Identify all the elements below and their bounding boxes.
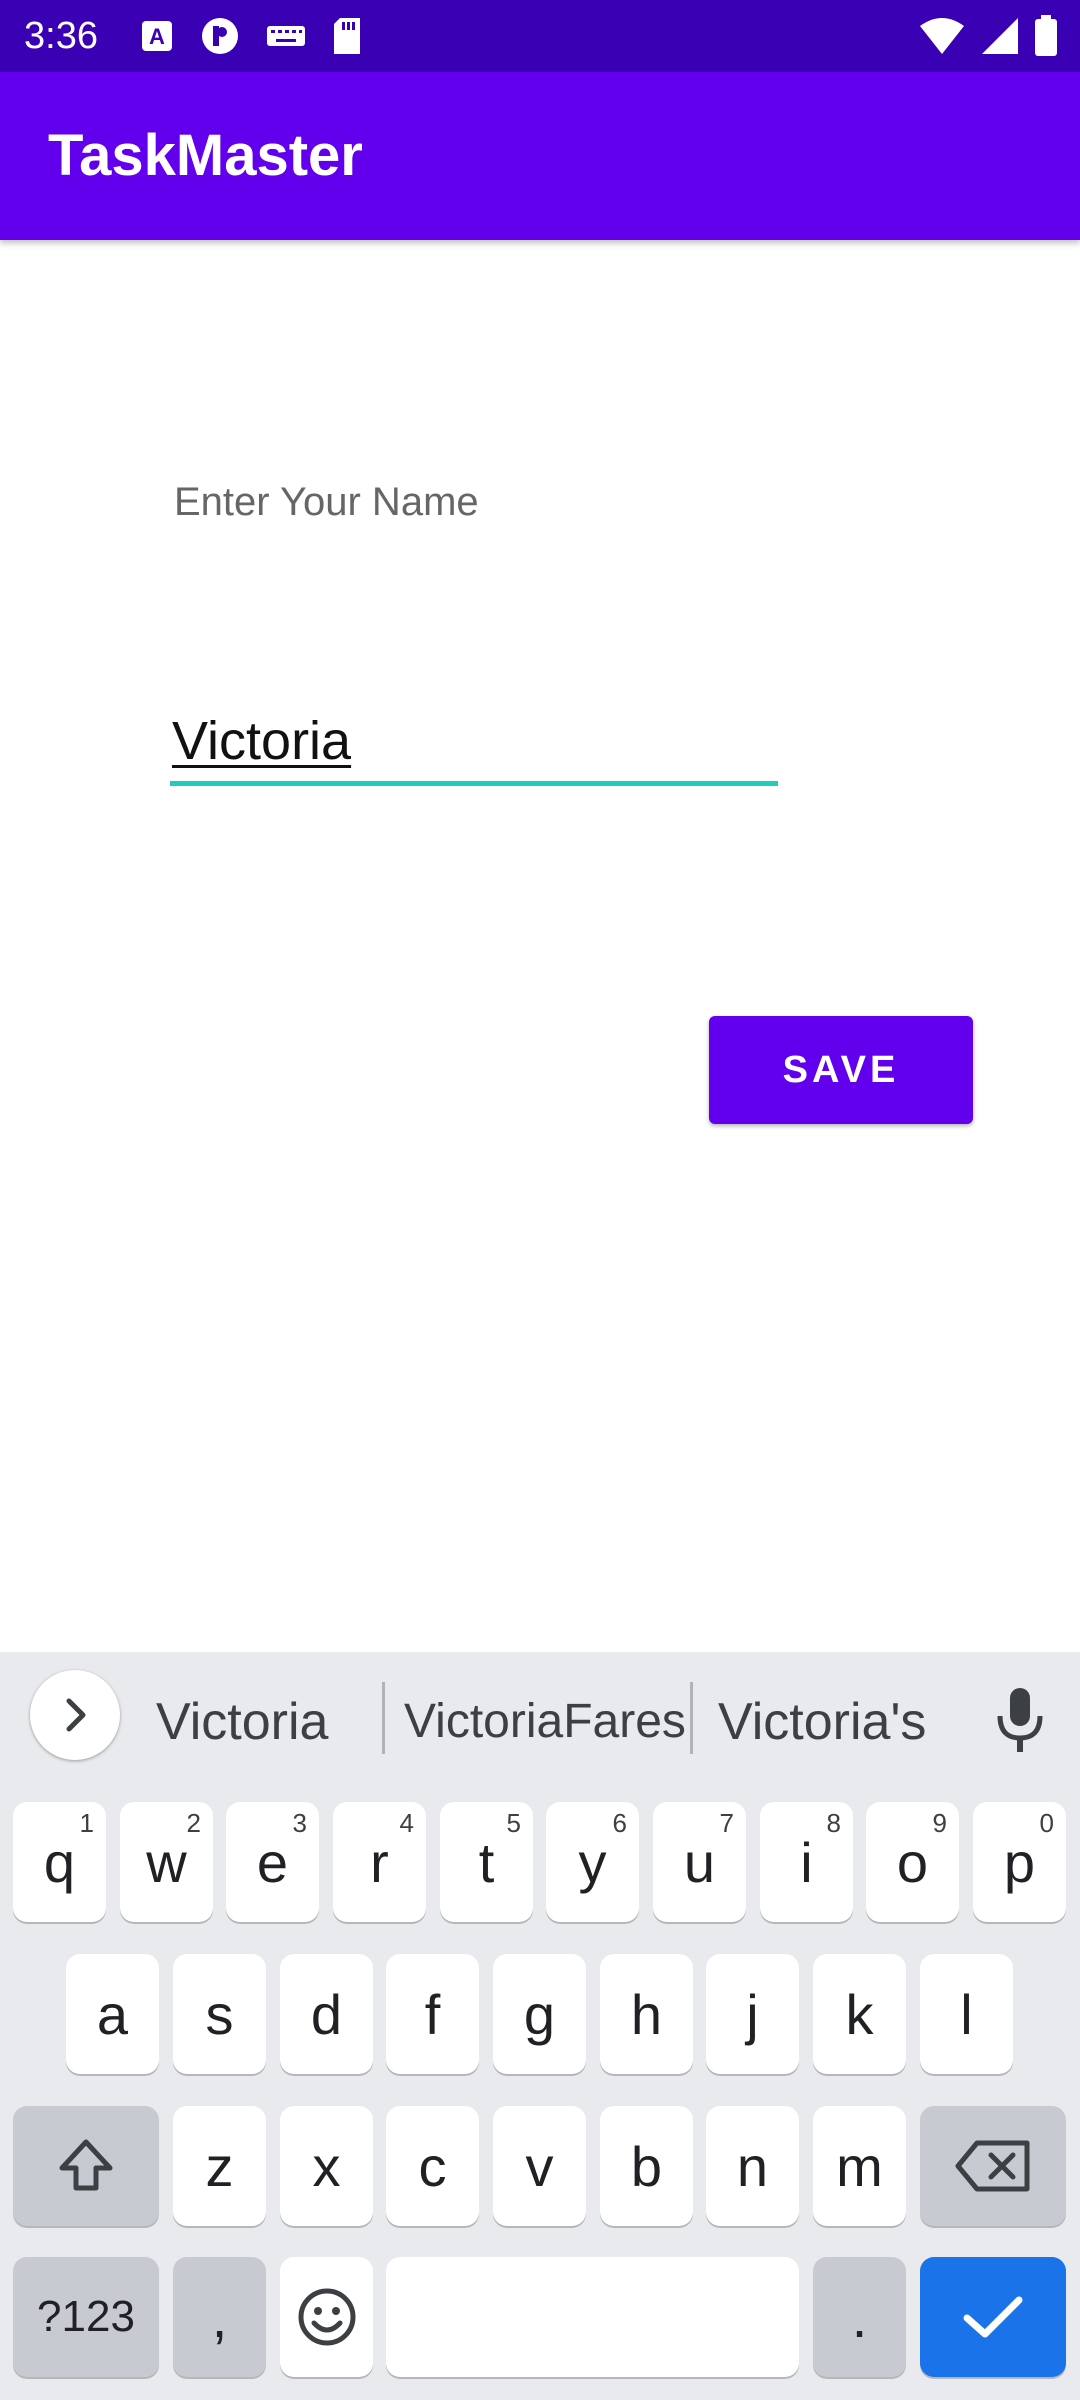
- status-time: 3:36: [24, 15, 98, 57]
- suggestion-1[interactable]: Victoria: [156, 1690, 328, 1754]
- save-button[interactable]: SAVE: [709, 1016, 973, 1124]
- key-hint: 7: [719, 1808, 734, 1838]
- expand-toolbar-button[interactable]: [30, 1670, 120, 1760]
- key-z[interactable]: z: [173, 2106, 266, 2226]
- key-label: o: [896, 1830, 929, 1894]
- key-w[interactable]: w2: [120, 1802, 213, 1922]
- key-hint: 3: [292, 1808, 307, 1838]
- key-p[interactable]: p0: [973, 1802, 1066, 1922]
- suggestion-2[interactable]: VictoriaFares: [404, 1690, 686, 1754]
- key-label: y: [578, 1830, 607, 1894]
- key-l[interactable]: l: [920, 1954, 1013, 2074]
- key-d[interactable]: d: [280, 1954, 373, 2074]
- key-n[interactable]: n: [706, 2106, 799, 2226]
- suggestion-divider: [382, 1682, 385, 1754]
- key-label: u: [683, 1830, 716, 1894]
- keyboard-a-icon: A: [142, 21, 172, 51]
- key-t[interactable]: t5: [440, 1802, 533, 1922]
- key-label: i: [800, 1830, 813, 1894]
- key-m[interactable]: m: [813, 2106, 906, 2226]
- key-hint: 1: [79, 1808, 94, 1838]
- key-label: r: [370, 1830, 389, 1894]
- key-hint: 5: [506, 1808, 521, 1838]
- sd-card-icon: [334, 18, 360, 54]
- shift-icon: [59, 2139, 113, 2191]
- system-icons: [918, 14, 1058, 58]
- battery-icon: [1035, 15, 1057, 56]
- key-q[interactable]: q1: [13, 1802, 106, 1922]
- key-v[interactable]: v: [493, 2106, 586, 2226]
- key-k[interactable]: k: [813, 1954, 906, 2074]
- key-a[interactable]: a: [66, 1954, 159, 2074]
- key-y[interactable]: y6: [546, 1802, 639, 1922]
- key-label: q: [43, 1830, 76, 1894]
- key-label: w: [146, 1830, 187, 1894]
- app-p-icon: [202, 18, 238, 54]
- key-hint: 0: [1039, 1808, 1054, 1838]
- suggestion-divider: [690, 1682, 693, 1754]
- key-j[interactable]: j: [706, 1954, 799, 2074]
- key-g[interactable]: g: [493, 1954, 586, 2074]
- name-input[interactable]: [170, 700, 778, 786]
- key-u[interactable]: u7: [653, 1802, 746, 1922]
- key-label: e: [256, 1830, 289, 1894]
- key-hint: 9: [932, 1808, 947, 1838]
- key-s[interactable]: s: [173, 1954, 266, 2074]
- soft-keyboard: Victoria VictoriaFares Victoria's q1 w2 …: [0, 1652, 1080, 2400]
- status-bar: 3:36 A: [0, 0, 1080, 72]
- key-hint: 8: [826, 1808, 841, 1838]
- key-x[interactable]: x: [280, 2106, 373, 2226]
- key-c[interactable]: c: [386, 2106, 479, 2226]
- key-h[interactable]: h: [600, 1954, 693, 2074]
- svg-text:A: A: [149, 24, 165, 49]
- space-key[interactable]: [386, 2257, 799, 2377]
- notification-icons: A: [140, 16, 362, 56]
- key-hint: 2: [186, 1808, 201, 1838]
- checkmark-icon: [963, 2296, 1023, 2338]
- enter-key[interactable]: [920, 2257, 1066, 2377]
- key-f[interactable]: f: [386, 1954, 479, 2074]
- backspace-key[interactable]: [920, 2106, 1066, 2226]
- keyboard-icon: [267, 26, 305, 46]
- key-hint: 4: [399, 1808, 414, 1838]
- key-label: t: [478, 1830, 495, 1894]
- emoji-icon: [298, 2288, 355, 2346]
- shift-key[interactable]: [13, 2106, 159, 2226]
- wifi-icon: [920, 18, 964, 54]
- backspace-icon: [955, 2140, 1030, 2192]
- suggestion-bar: Victoria VictoriaFares Victoria's: [0, 1652, 1080, 1782]
- app-bar: TaskMaster: [0, 72, 1080, 240]
- app-title: TaskMaster: [48, 123, 363, 188]
- key-o[interactable]: o9: [866, 1802, 959, 1922]
- key-i[interactable]: i8: [760, 1802, 853, 1922]
- key-b[interactable]: b: [600, 2106, 693, 2226]
- emoji-key[interactable]: [280, 2257, 373, 2377]
- chevron-right-icon: [66, 1698, 86, 1732]
- key-label: p: [1003, 1830, 1036, 1894]
- key-hint: 6: [612, 1808, 627, 1838]
- symbols-key[interactable]: ?123: [13, 2257, 159, 2377]
- name-label: Enter Your Name: [174, 480, 479, 524]
- suggestion-3[interactable]: Victoria's: [718, 1690, 926, 1754]
- period-key[interactable]: .: [813, 2257, 906, 2377]
- key-r[interactable]: r4: [333, 1802, 426, 1922]
- comma-key[interactable]: ,: [173, 2257, 266, 2377]
- signal-icon: [982, 18, 1018, 54]
- microphone-icon[interactable]: [990, 1686, 1050, 1756]
- key-e[interactable]: e3: [226, 1802, 319, 1922]
